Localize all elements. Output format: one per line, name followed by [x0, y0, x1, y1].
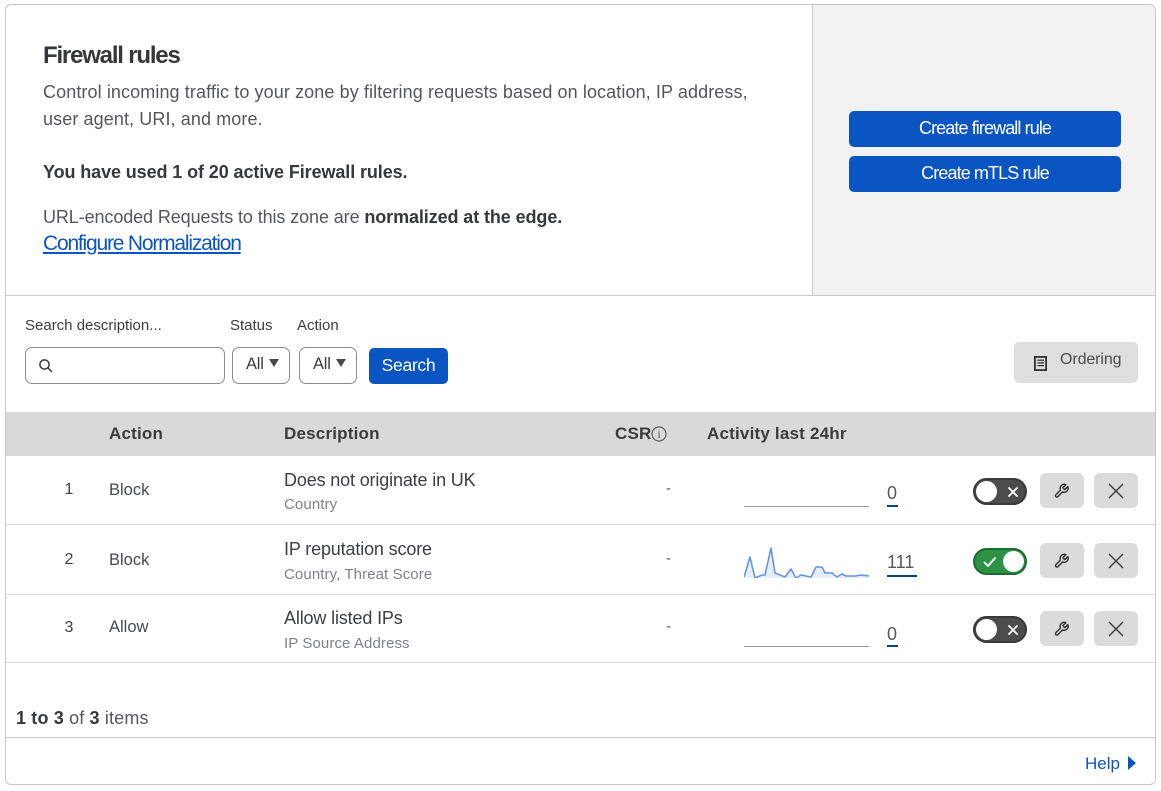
svg-text:i: i [657, 427, 661, 441]
